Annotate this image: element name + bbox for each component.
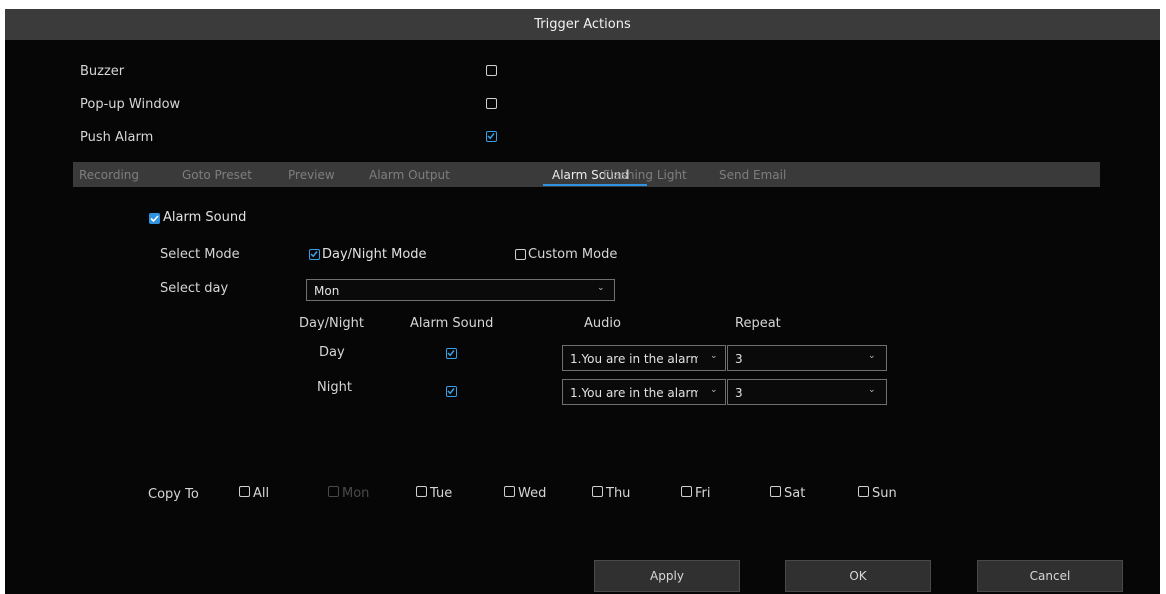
- copy-fri-label: Fri: [695, 486, 711, 501]
- day-audio-dropdown[interactable]: 1.You are in the alarm area ⌄: [562, 345, 726, 371]
- day-night-mode-label: Day/Night Mode: [322, 247, 427, 262]
- tab-send-email[interactable]: Send Email: [719, 168, 786, 182]
- select-day-label: Select day: [160, 281, 229, 296]
- select-day-value: Mon: [314, 284, 340, 298]
- chevron-down-icon: ⌄: [710, 385, 718, 395]
- check-icon: [310, 251, 318, 258]
- buzzer-checkbox[interactable]: [486, 65, 497, 76]
- check-icon: [447, 388, 455, 395]
- copy-wed-checkbox[interactable]: [504, 486, 515, 497]
- day-alarm-sound-checkbox[interactable]: [446, 348, 457, 359]
- night-repeat-dropdown[interactable]: 3 ⌄: [727, 379, 887, 405]
- copy-all-label: All: [253, 486, 270, 501]
- chevron-down-icon: ⌄: [868, 385, 876, 395]
- chevron-down-icon: ⌄: [597, 283, 605, 293]
- custom-mode-radio[interactable]: [515, 249, 526, 260]
- tab-alarm-output[interactable]: Alarm Output: [369, 168, 450, 182]
- night-audio-value: 1.You are in the alarm area: [570, 386, 698, 400]
- row-day-label: Day: [319, 345, 345, 360]
- copy-tue-checkbox[interactable]: [416, 486, 427, 497]
- copy-fri-checkbox[interactable]: [681, 486, 692, 497]
- custom-mode-label: Custom Mode: [528, 247, 618, 262]
- tab-flashing-light[interactable]: Flashing Light: [603, 168, 687, 182]
- tab-recording[interactable]: Recording: [79, 168, 139, 182]
- copy-wed-label: Wed: [518, 486, 547, 501]
- push-alarm-checkbox[interactable]: [486, 131, 497, 142]
- dialog-title: Trigger Actions: [534, 17, 631, 32]
- title-bar: Trigger Actions: [5, 9, 1160, 40]
- check-icon: [447, 350, 455, 357]
- copy-tue-label: Tue: [430, 486, 453, 501]
- copy-thu-label: Thu: [606, 486, 631, 501]
- ok-button[interactable]: OK: [785, 560, 931, 592]
- select-day-dropdown[interactable]: Mon ⌄: [306, 279, 615, 301]
- header-day-night: Day/Night: [299, 316, 364, 331]
- check-icon: [487, 133, 495, 140]
- copy-mon-label: Mon: [342, 486, 370, 501]
- day-repeat-dropdown[interactable]: 3 ⌄: [727, 345, 887, 371]
- chevron-down-icon: ⌄: [710, 351, 718, 361]
- header-audio: Audio: [584, 316, 621, 331]
- header-alarm-sound: Alarm Sound: [410, 316, 494, 331]
- tab-bar: Recording Goto Preset Preview Alarm Outp…: [73, 162, 1100, 187]
- day-night-mode-radio[interactable]: [309, 249, 320, 260]
- copy-sun-label: Sun: [872, 486, 897, 501]
- trigger-actions-dialog: Trigger Actions Buzzer Pop-up Window Pus…: [5, 9, 1160, 594]
- check-icon: [150, 215, 159, 223]
- buzzer-label: Buzzer: [80, 64, 125, 79]
- select-mode-label: Select Mode: [160, 247, 240, 262]
- day-audio-value: 1.You are in the alarm area: [570, 352, 698, 366]
- copy-to-label: Copy To: [148, 487, 199, 502]
- alarm-sound-enable-label: Alarm Sound: [163, 210, 247, 225]
- copy-sat-checkbox[interactable]: [770, 486, 781, 497]
- copy-all-checkbox[interactable]: [239, 486, 250, 497]
- night-alarm-sound-checkbox[interactable]: [446, 386, 457, 397]
- popup-window-label: Pop-up Window: [80, 97, 181, 112]
- tab-goto-preset[interactable]: Goto Preset: [182, 168, 252, 182]
- push-alarm-label: Push Alarm: [80, 130, 154, 145]
- night-audio-dropdown[interactable]: 1.You are in the alarm area ⌄: [562, 379, 726, 405]
- alarm-sound-enable-checkbox[interactable]: [149, 213, 160, 224]
- night-repeat-value: 3: [735, 386, 743, 400]
- copy-mon-checkbox: [328, 486, 339, 497]
- popup-window-checkbox[interactable]: [486, 98, 497, 109]
- day-repeat-value: 3: [735, 352, 743, 366]
- apply-button[interactable]: Apply: [594, 560, 740, 592]
- active-tab-indicator: [543, 184, 647, 186]
- row-night-label: Night: [317, 380, 352, 395]
- cancel-button[interactable]: Cancel: [977, 560, 1123, 592]
- header-repeat: Repeat: [735, 316, 781, 331]
- copy-sun-checkbox[interactable]: [858, 486, 869, 497]
- chevron-down-icon: ⌄: [868, 351, 876, 361]
- tab-preview[interactable]: Preview: [288, 168, 335, 182]
- copy-sat-label: Sat: [784, 486, 806, 501]
- copy-thu-checkbox[interactable]: [592, 486, 603, 497]
